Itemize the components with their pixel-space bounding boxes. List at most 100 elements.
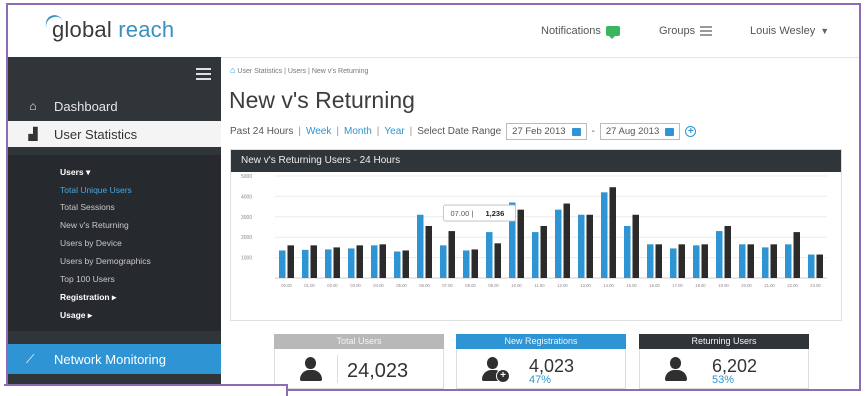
calendar-icon[interactable]: [571, 127, 581, 136]
top-header: global reach Notifications Groups Louis …: [8, 5, 859, 58]
sidebar-item-dashboard[interactable]: ⌂ Dashboard: [8, 93, 221, 119]
user-name: Louis Wesley: [750, 25, 816, 37]
chart-bar: [601, 192, 608, 278]
date-from-field[interactable]: 27 Feb 2013: [506, 123, 587, 140]
x-tick-label: 11.00: [534, 283, 545, 288]
date-to-value: 27 Aug 2013: [605, 126, 660, 137]
filter-past-24-hours[interactable]: Past 24 Hours: [230, 126, 293, 137]
overlay-panel-edge: [4, 384, 288, 396]
stat-label: Returning Users: [639, 334, 809, 349]
x-tick-label: 21.00: [764, 283, 775, 288]
y-tick-label: 3000: [241, 215, 252, 221]
breadcrumb-text[interactable]: User Statistics | Users | New v's Return…: [237, 68, 368, 75]
x-tick-label: 08.00: [465, 283, 476, 288]
x-tick-label: 10.00: [511, 283, 522, 288]
bar-chart: 5000 4000 3000 2000 1000 00.00 01.00 02.00 03.00…: [241, 174, 827, 288]
chart-bar: [440, 245, 447, 278]
user-menu[interactable]: Louis Wesley ▼: [750, 25, 829, 37]
notifications-link[interactable]: Notifications: [541, 25, 620, 39]
chart-bar: [586, 214, 593, 278]
chart-bar: [609, 187, 616, 278]
x-tick-label: 01.00: [304, 283, 315, 288]
subnav-users-by-demographics[interactable]: Users by Demographics: [60, 256, 151, 266]
chart-bar: [770, 244, 777, 278]
sidebar-item-user-statistics[interactable]: ▟ User Statistics: [8, 121, 221, 147]
calendar-icon[interactable]: [665, 127, 675, 136]
users-group-icon: [297, 357, 325, 383]
separator: |: [298, 126, 301, 137]
chart-bar: [816, 254, 823, 278]
filter-month[interactable]: Month: [344, 126, 372, 137]
tooltip-time: 07.00 |: [451, 209, 474, 218]
home-icon[interactable]: ⌂: [230, 65, 235, 75]
subnav-users[interactable]: Users ▾: [60, 167, 90, 178]
bar-chart-icon: ▟: [28, 127, 38, 141]
breadcrumb: ⌂ User Statistics | Users | New v's Retu…: [230, 65, 368, 75]
chart-bar: [739, 244, 746, 278]
chart-bar: [647, 244, 654, 278]
chart-bar: [532, 232, 539, 278]
chart-bar: [486, 232, 493, 278]
filter-week[interactable]: Week: [306, 126, 331, 137]
hamburger-menu-icon[interactable]: [196, 68, 211, 80]
subnav-new-vs-returning[interactable]: New v's Returning: [60, 220, 129, 230]
subnav-registration[interactable]: Registration ▸: [60, 292, 116, 303]
date-to-field[interactable]: 27 Aug 2013: [599, 123, 681, 140]
subnav-total-unique-users[interactable]: Total Unique Users: [60, 185, 132, 195]
x-tick-label: 18.00: [695, 283, 706, 288]
separator: |: [409, 126, 413, 137]
groups-link[interactable]: Groups: [659, 25, 713, 37]
chart-bar: [379, 244, 386, 278]
x-tick-label: 09.00: [488, 283, 499, 288]
subnav-users-by-device[interactable]: Users by Device: [60, 238, 122, 248]
x-tick-label: 17.00: [672, 283, 683, 288]
x-tick-label: 14.00: [603, 283, 614, 288]
chart-bar: [785, 244, 792, 278]
stat-body: 24,023: [274, 349, 444, 389]
chart-panel: New v's Returning Users - 24 Hours 5000 4…: [230, 149, 842, 321]
x-tick-label: 06.00: [419, 283, 430, 288]
stat-percentage: 47%: [529, 374, 552, 386]
x-tick-label: 19.00: [718, 283, 729, 288]
stat-total-users: Total Users 24,023: [274, 334, 444, 389]
sidebar-item-label: User Statistics: [54, 126, 138, 142]
chart-bar: [425, 225, 432, 278]
chart-bar: [578, 214, 585, 278]
logo[interactable]: global reach: [42, 12, 174, 43]
x-tick-label: 12.00: [557, 283, 568, 288]
stat-body: + 4,023 47%: [456, 349, 626, 389]
chart-panel-title: New v's Returning Users - 24 Hours: [231, 150, 841, 172]
chart-bar: [356, 245, 363, 278]
chart-bar: [310, 245, 317, 278]
x-tick-label: 00.00: [281, 283, 292, 288]
stat-value: 24,023: [347, 360, 409, 382]
line-chart-icon: ⟋: [26, 351, 35, 366]
add-range-icon[interactable]: +: [685, 126, 697, 137]
y-tick-label: 2000: [241, 235, 252, 241]
chart-bar: [793, 232, 800, 278]
x-tick-label: 05.00: [396, 283, 407, 288]
x-tick-label: 22.00: [787, 283, 798, 288]
sidebar-item-network-monitoring[interactable]: ⟋ Network Monitoring: [8, 344, 221, 374]
subnav-top-100-users[interactable]: Top 100 Users: [60, 274, 115, 284]
chart-bar: [402, 250, 409, 278]
y-tick-label: 1000: [241, 256, 252, 262]
chart-bar: [417, 214, 424, 278]
date-filter-bar: Past 24 Hours | Week | Month | Year | Se…: [230, 123, 697, 140]
chart-bar: [701, 244, 708, 278]
chart-bar: [724, 225, 731, 278]
stat-returning-users: Returning Users 6,202 53%: [639, 334, 809, 389]
chart-bar: [555, 209, 562, 278]
x-tick-label: 23.00: [810, 283, 821, 288]
y-tick-label: 5000: [241, 174, 252, 180]
stat-new-registrations: New Registrations + 4,023 47%: [456, 334, 626, 389]
filter-year[interactable]: Year: [384, 126, 404, 137]
chart-bar: [371, 245, 378, 278]
subnav-total-sessions[interactable]: Total Sessions: [60, 202, 115, 212]
subnav-usage[interactable]: Usage ▸: [60, 310, 92, 321]
notifications-label: Notifications: [541, 25, 601, 37]
stat-label: New Registrations: [456, 334, 626, 349]
tooltip-value: 1,236: [486, 209, 505, 218]
groups-label: Groups: [659, 25, 696, 37]
x-tick-label: 04.00: [373, 283, 384, 288]
